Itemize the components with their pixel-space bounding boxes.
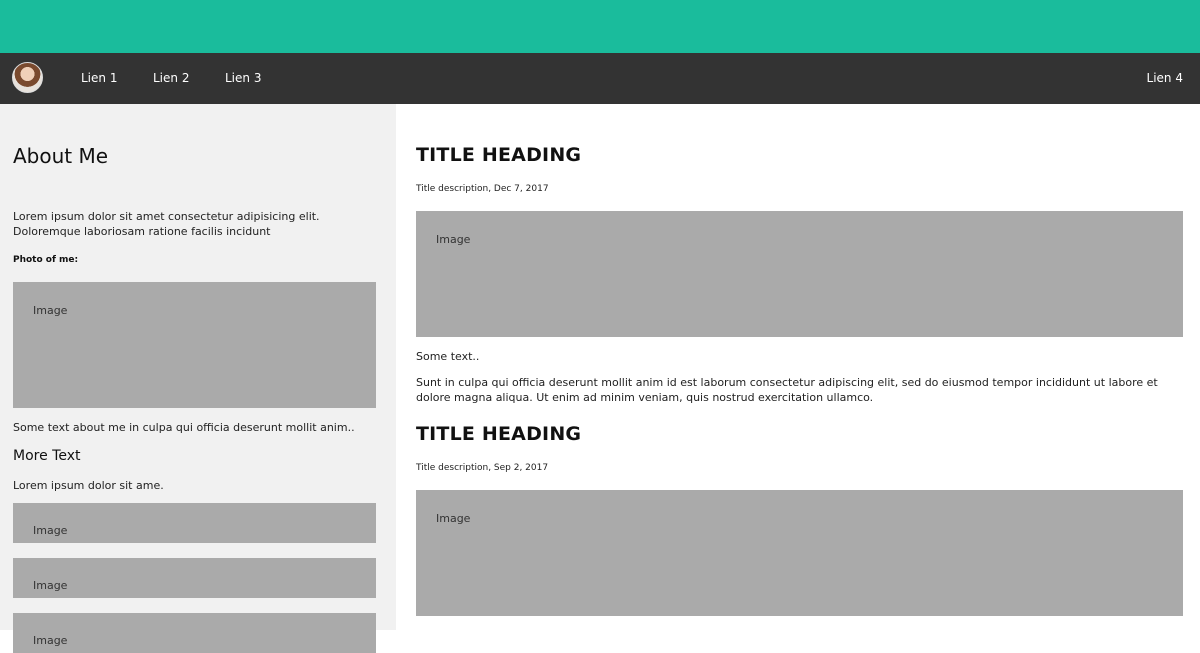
- image-label: Image: [33, 634, 68, 647]
- nav-link-3[interactable]: Lien 3: [225, 71, 261, 85]
- nav-link-2[interactable]: Lien 2: [153, 71, 189, 85]
- image-label: Image: [33, 579, 68, 592]
- more-text-title: More Text: [13, 448, 81, 464]
- about-intro: Lorem ipsum dolor sit amet consectetur a…: [13, 210, 320, 238]
- post-title: TITLE HEADING: [416, 144, 582, 166]
- post-image-placeholder: Image: [416, 211, 1183, 337]
- post-text: Some text..: [416, 350, 480, 363]
- nav-link-4[interactable]: Lien 4: [1147, 71, 1183, 85]
- nav-link-1[interactable]: Lien 1: [81, 71, 117, 85]
- user-avatar-icon[interactable]: [12, 62, 43, 93]
- about-text: Some text about me in culpa qui officia …: [13, 421, 355, 434]
- photo-placeholder: Image: [13, 282, 376, 408]
- image-label: Image: [33, 524, 68, 537]
- main-content: TITLE HEADING Title description, Dec 7, …: [396, 104, 1200, 630]
- image-placeholder: Image: [13, 503, 376, 543]
- navbar: Lien 1 Lien 2 Lien 3 Lien 4: [0, 53, 1200, 104]
- image-label: Image: [436, 512, 471, 525]
- top-banner: [0, 0, 1200, 53]
- image-placeholder: Image: [13, 613, 376, 653]
- image-placeholder: Image: [13, 558, 376, 598]
- image-label: Image: [33, 304, 68, 317]
- sidebar: About Me Lorem ipsum dolor sit amet cons…: [0, 104, 396, 653]
- post-description: Title description, Sep 2, 2017: [416, 463, 549, 473]
- photo-label: Photo of me:: [13, 255, 79, 265]
- about-title: About Me: [13, 144, 109, 168]
- image-label: Image: [436, 233, 471, 246]
- post-body: Sunt in culpa qui officia deserunt molli…: [416, 376, 1158, 404]
- post-image-placeholder: Image: [416, 490, 1183, 616]
- post-description: Title description, Dec 7, 2017: [416, 184, 549, 194]
- post-title: TITLE HEADING: [416, 423, 582, 445]
- more-text: Lorem ipsum dolor sit ame.: [13, 479, 164, 492]
